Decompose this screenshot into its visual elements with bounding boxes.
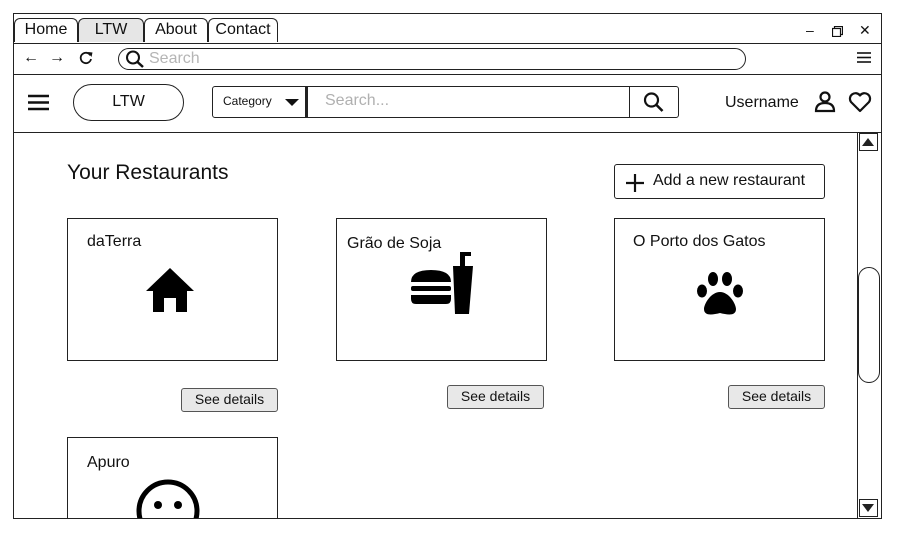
reload-icon[interactable] xyxy=(79,51,93,69)
category-dropdown[interactable]: Category xyxy=(212,86,306,118)
search-button[interactable] xyxy=(629,86,679,118)
restaurant-name: Apuro xyxy=(87,454,130,471)
restore-icon[interactable] xyxy=(831,24,844,40)
hamburger-menu-icon[interactable] xyxy=(28,94,49,116)
page-title: Your Restaurants xyxy=(67,161,229,184)
tab-about[interactable]: About xyxy=(144,18,208,42)
search-icon xyxy=(125,50,145,73)
house-icon xyxy=(145,267,195,318)
url-placeholder: Search xyxy=(149,50,200,67)
paw-icon xyxy=(696,271,744,322)
see-details-button[interactable]: See details xyxy=(728,385,825,409)
address-bar: ← → Search xyxy=(14,44,881,75)
browser-tab-bar: Home LTW About Contact – ✕ xyxy=(14,14,881,44)
scroll-down-button[interactable] xyxy=(859,499,878,517)
scrollbar-thumb[interactable] xyxy=(858,267,880,383)
arrow-down-icon xyxy=(862,504,874,512)
forward-arrow-icon[interactable]: → xyxy=(49,50,65,66)
restaurant-card[interactable]: O Porto dos Gatos xyxy=(614,218,825,361)
restaurant-card[interactable]: daTerra xyxy=(67,218,278,361)
arrow-up-icon xyxy=(862,138,874,146)
fast-food-icon xyxy=(409,252,475,321)
see-details-button[interactable]: See details xyxy=(447,385,544,409)
user-icon[interactable] xyxy=(814,91,836,118)
category-label: Category xyxy=(223,94,272,108)
scroll-up-button[interactable] xyxy=(859,133,878,151)
restaurant-name: daTerra xyxy=(87,233,142,250)
logo-button[interactable]: LTW xyxy=(73,84,184,121)
plus-icon xyxy=(626,172,644,204)
minimize-icon[interactable]: – xyxy=(806,22,814,38)
search-icon xyxy=(643,92,665,117)
restaurant-name: Grão de Soja xyxy=(347,235,442,252)
add-restaurant-label: Add a new restaurant xyxy=(653,172,806,189)
chevron-down-icon xyxy=(285,99,299,106)
vertical-scrollbar[interactable] xyxy=(857,132,881,518)
tab-ltw[interactable]: LTW xyxy=(78,18,144,42)
add-restaurant-button[interactable]: Add a new restaurant xyxy=(614,164,825,199)
restaurant-card[interactable]: Grão de Soja xyxy=(336,218,547,361)
main-content: Your Restaurants Add a new restaurant da… xyxy=(14,132,857,518)
tab-contact[interactable]: Contact xyxy=(208,18,278,42)
tab-home[interactable]: Home xyxy=(14,18,78,42)
restaurant-name: O Porto dos Gatos xyxy=(633,233,766,250)
search-input[interactable]: Search... xyxy=(306,86,630,118)
close-icon[interactable]: ✕ xyxy=(859,22,871,38)
username-label[interactable]: Username xyxy=(725,94,799,112)
see-details-button[interactable]: See details xyxy=(181,388,278,412)
site-header: LTW Category Search... Username xyxy=(14,74,881,133)
browser-menu-icon[interactable] xyxy=(857,51,871,69)
smiley-icon xyxy=(135,478,201,518)
url-search-field[interactable]: Search xyxy=(118,48,746,70)
browser-window: Home LTW About Contact – ✕ ← → Search LT… xyxy=(13,13,882,519)
restaurant-card[interactable]: Apuro xyxy=(67,437,278,518)
back-arrow-icon[interactable]: ← xyxy=(23,50,39,66)
heart-icon[interactable] xyxy=(848,92,872,118)
